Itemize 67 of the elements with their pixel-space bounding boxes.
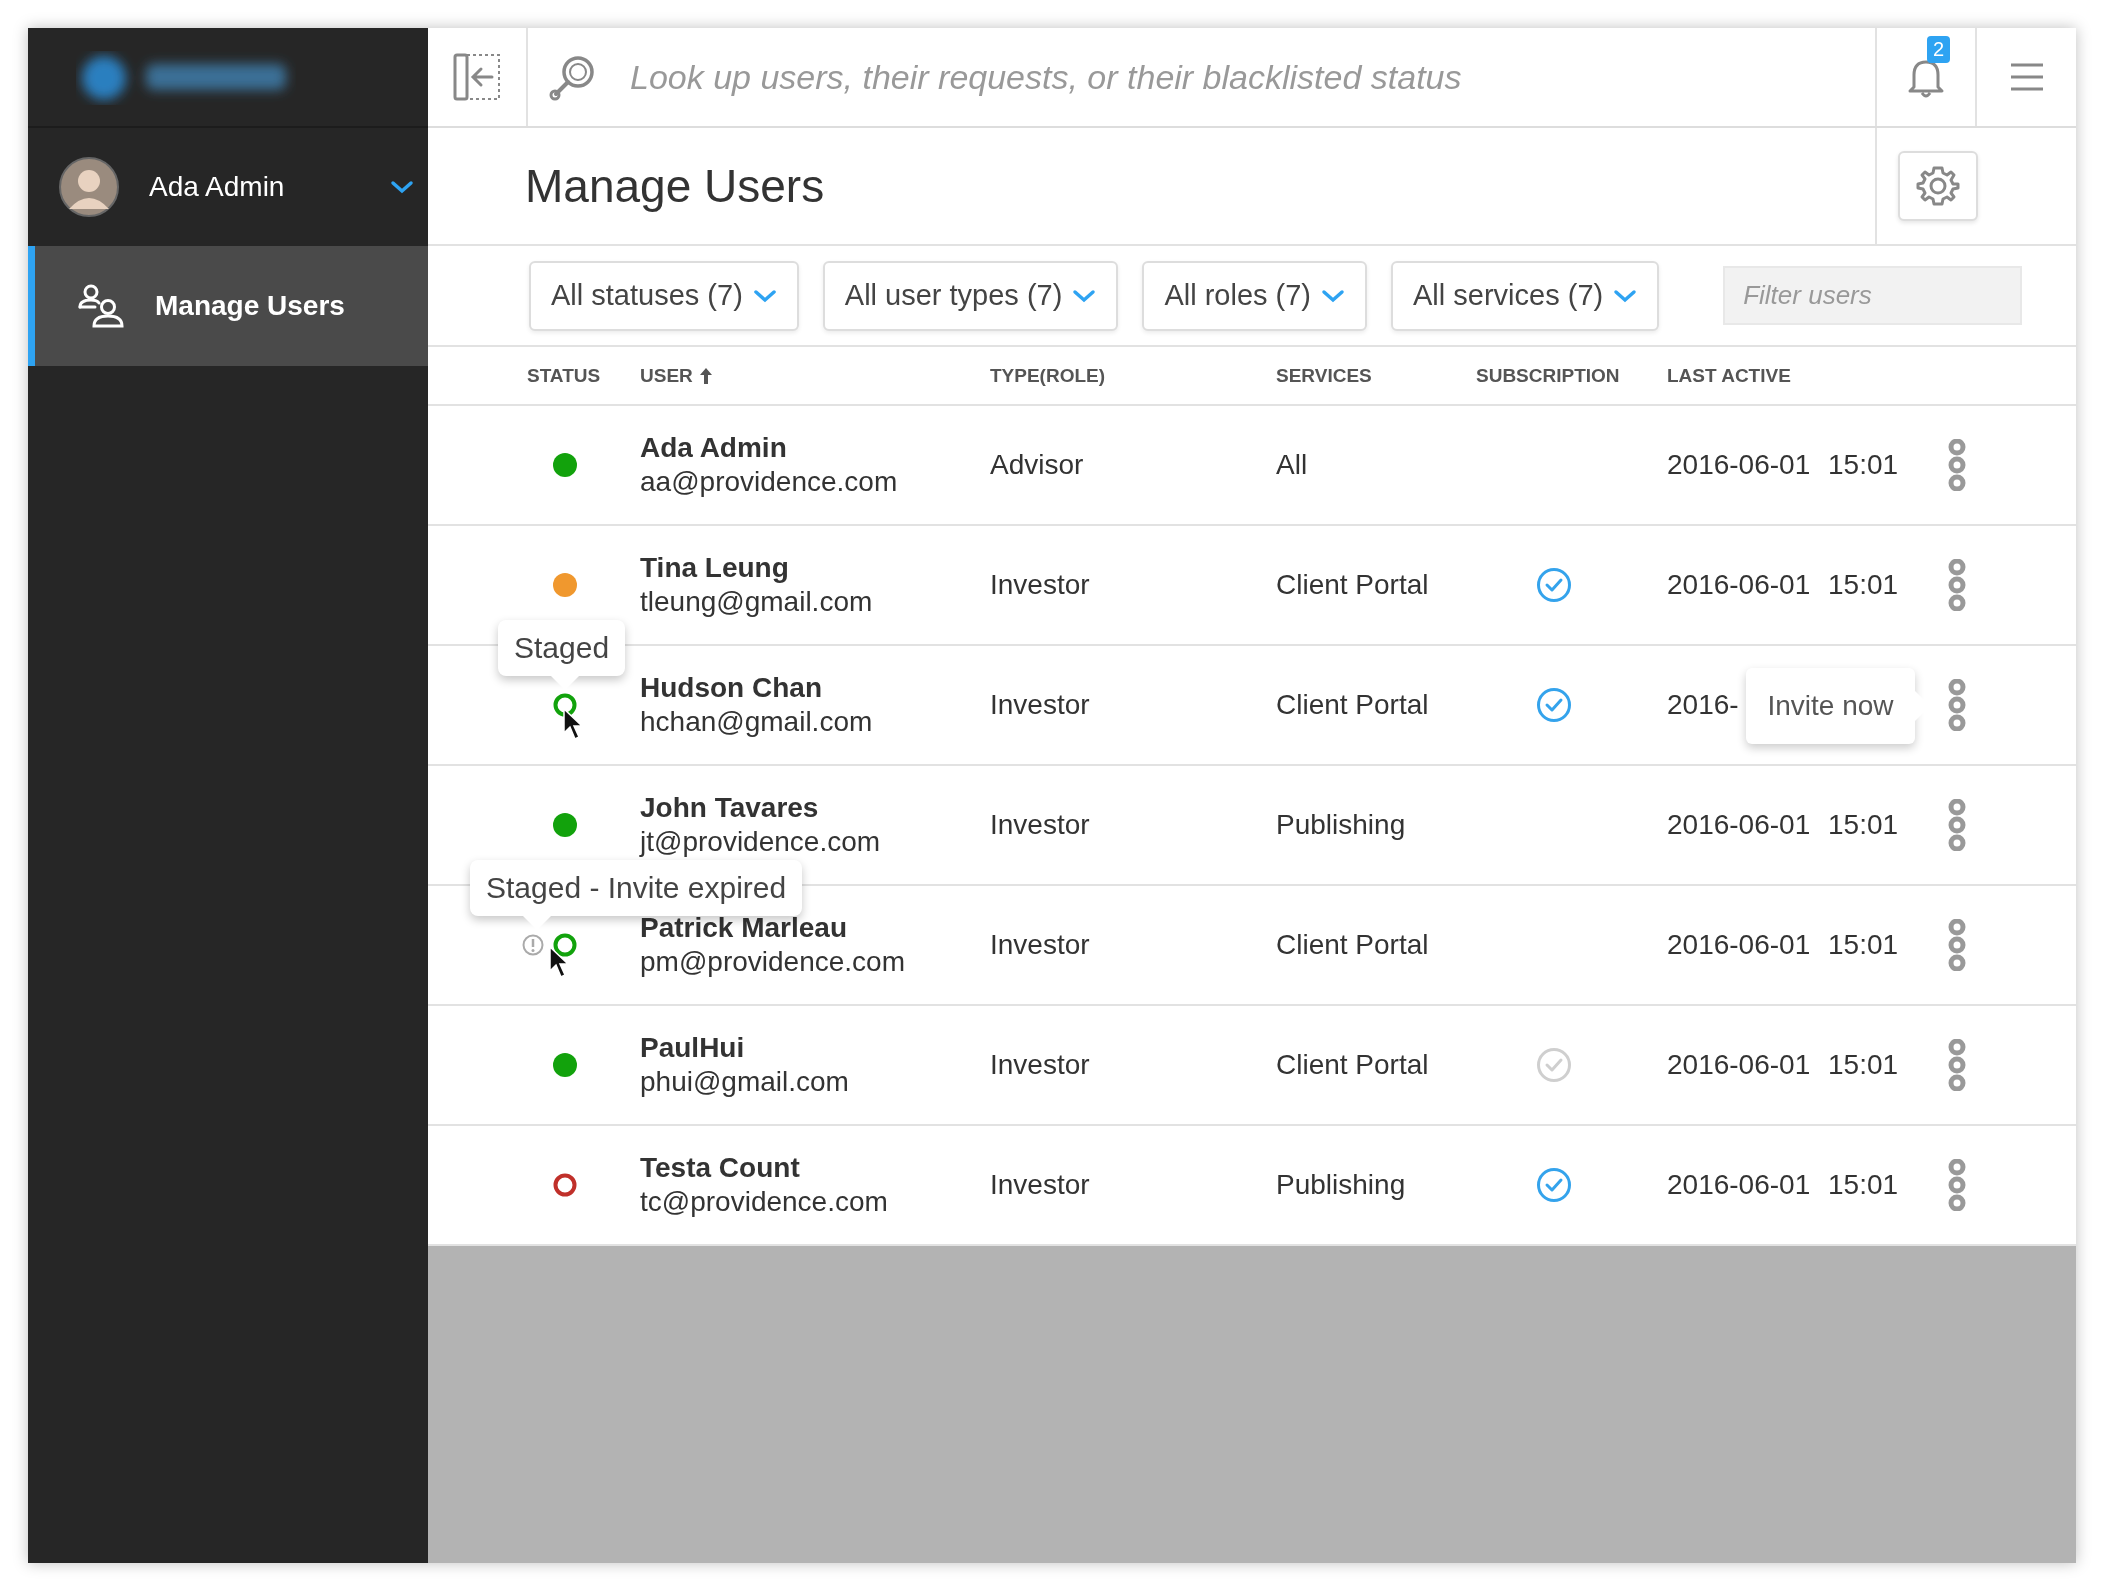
page-title: Manage Users bbox=[524, 159, 826, 213]
services-cell-text: Publishing bbox=[1276, 1169, 1407, 1201]
users-icon bbox=[77, 283, 125, 329]
role-cell-text: Investor bbox=[990, 569, 1091, 601]
more-options-icon[interactable] bbox=[1948, 1039, 1966, 1091]
user-email: hchan@gmail.com bbox=[640, 706, 874, 738]
column-header: STATUS bbox=[527, 364, 601, 387]
user-email: tc@providence.com bbox=[640, 1186, 889, 1218]
services-cell-text: Client Portal bbox=[1276, 569, 1430, 601]
user-name[interactable]: Ada Admin bbox=[149, 171, 360, 203]
filter-dropdown[interactable]: All services (7) bbox=[1391, 260, 1660, 331]
settings-button[interactable] bbox=[1898, 151, 1978, 221]
services-cell-text: Client Portal bbox=[1276, 1049, 1430, 1081]
column-header[interactable]: USER bbox=[640, 364, 693, 387]
more-options-icon[interactable] bbox=[1948, 439, 1966, 491]
last-active-cell: 2016-06-01 15:01 bbox=[1667, 929, 1899, 961]
services-cell-text: Client Portal bbox=[1276, 689, 1430, 721]
role-cell-text: Investor bbox=[990, 929, 1091, 961]
last-active-cell: 2016-06-01 15:01 bbox=[1667, 569, 1899, 601]
last-active-cell: 2016-06-01 15:01 bbox=[1667, 809, 1899, 841]
search-field[interactable]: Look up users, their requests, or their blacklisted status bbox=[628, 56, 1875, 98]
role-cell-text: Investor bbox=[990, 1169, 1091, 1201]
user-email: phui@gmail.com bbox=[640, 1066, 850, 1098]
chevron-icon bbox=[1072, 287, 1097, 304]
more-options-icon[interactable] bbox=[1948, 1159, 1966, 1211]
settings-icon bbox=[1916, 164, 1960, 208]
user-name: PaulHui bbox=[640, 1032, 746, 1064]
user-email: jt@providence.com bbox=[640, 826, 882, 858]
filter-dropdown[interactable]: All statuses (7) bbox=[529, 260, 799, 331]
collapse-sidebar-icon[interactable] bbox=[452, 52, 502, 102]
services-cell-text: All bbox=[1276, 449, 1309, 481]
user-name: Hudson Chan bbox=[640, 672, 823, 704]
user-email: tleung@gmail.com bbox=[640, 586, 874, 618]
filter-dropdown[interactable]: All roles (7) bbox=[1142, 260, 1368, 331]
avatar[interactable] bbox=[59, 157, 119, 217]
sidebar-item[interactable]: Manage Users bbox=[28, 246, 428, 366]
last-active-cell: 2016-06-01 15:01 bbox=[1667, 1169, 1899, 1201]
notification-badge: 2 bbox=[1927, 36, 1951, 63]
last-active-cell: 2016-06-01 15:01 bbox=[1667, 449, 1899, 481]
user-email: pm@providence.com bbox=[640, 946, 906, 978]
more-options-icon[interactable] bbox=[1948, 679, 1966, 731]
more-options-icon[interactable] bbox=[1948, 799, 1966, 851]
last-active-cell: 2016- bbox=[1667, 689, 1739, 721]
services-cell-text: Client Portal bbox=[1276, 929, 1430, 961]
role-cell-text: Investor bbox=[990, 1049, 1091, 1081]
role-cell-text: Investor bbox=[990, 809, 1091, 841]
services-cell-text: Publishing bbox=[1276, 809, 1407, 841]
user-name: Tina Leung bbox=[640, 552, 790, 584]
user-email: aa@providence.com bbox=[640, 466, 899, 498]
role-cell-text: Advisor bbox=[990, 449, 1085, 481]
more-options-icon[interactable] bbox=[1948, 919, 1966, 971]
menu-icon[interactable] bbox=[2008, 62, 2045, 92]
role-cell-text: Investor bbox=[990, 689, 1091, 721]
last-active-cell: 2016-06-01 15:01 bbox=[1667, 1049, 1899, 1081]
filter-users-field[interactable]: Filter users bbox=[1723, 266, 2023, 325]
chevron-icon bbox=[752, 287, 777, 304]
chevron-icon bbox=[1321, 287, 1346, 304]
chevron-icon bbox=[1613, 287, 1638, 304]
column-header: TYPE(ROLE) bbox=[990, 364, 1106, 387]
column-header: SERVICES bbox=[1276, 364, 1372, 387]
user-name: John Tavares bbox=[640, 792, 820, 824]
filter-dropdown[interactable]: All user types (7) bbox=[822, 260, 1119, 331]
user-name: Ada Admin bbox=[640, 432, 788, 464]
column-header: LAST ACTIVE bbox=[1667, 364, 1791, 387]
more-options-icon[interactable] bbox=[1948, 559, 1966, 611]
column-header: SUBSCRIPTION bbox=[1476, 364, 1620, 387]
user-name: Testa Count bbox=[640, 1152, 801, 1184]
